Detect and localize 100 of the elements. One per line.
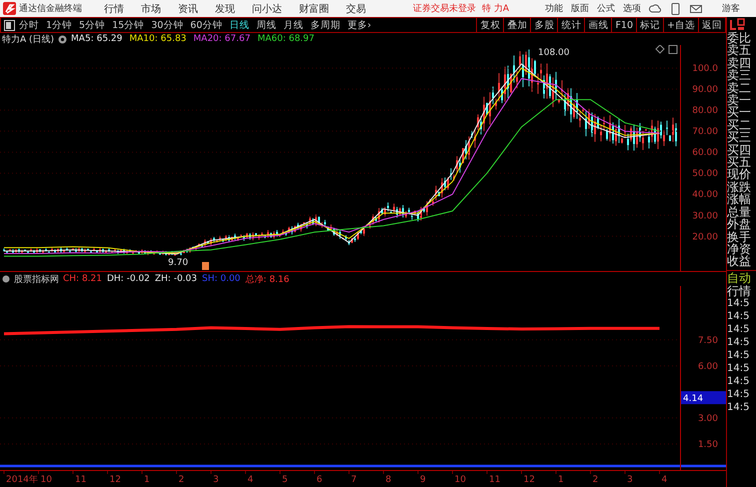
quote-field-label: 涨跌: [727, 180, 752, 194]
moving-average-value: MA5: 65.29: [71, 34, 122, 44]
indicator-value: DH: -0.02: [106, 274, 150, 284]
date-axis-label: 9: [420, 475, 426, 485]
period-tab[interactable]: 5分钟: [79, 18, 106, 32]
trade-time: 14:5: [727, 362, 750, 376]
user-name[interactable]: 游客: [722, 2, 740, 15]
app-title: 通达信金融终端: [19, 2, 82, 15]
menu-item[interactable]: 问小达: [252, 2, 282, 16]
menu-item[interactable]: 公式: [597, 2, 616, 15]
date-axis-label: 8: [386, 475, 392, 485]
indicator-value: SH: 0.00: [202, 274, 240, 284]
trade-time: 14:5: [727, 375, 750, 388]
quote-field-label: 卖五: [727, 44, 752, 57]
cloud-icon[interactable]: [649, 3, 662, 14]
date-axis-label: 11: [489, 475, 500, 485]
trade-time: 14:5: [727, 401, 750, 414]
indicator-axis-label: 1.50: [698, 440, 718, 450]
period-tab[interactable]: 分时: [19, 18, 39, 32]
period-tab[interactable]: 多周期: [310, 18, 340, 32]
trade-time: 14:5: [727, 388, 750, 402]
date-axis-label: 1: [144, 475, 150, 485]
date-axis-label: 2: [178, 475, 184, 485]
quote-field-label: 卖三: [727, 69, 752, 82]
price-axis-label: 80.00: [692, 106, 718, 116]
indicator-value: CH: 8.21: [63, 274, 102, 284]
event-marker-icon[interactable]: [202, 262, 209, 270]
date-axis-label: 6: [316, 475, 322, 485]
menu-item[interactable]: 行情: [104, 2, 124, 16]
trade-time: 14:5: [727, 310, 750, 324]
date-axis-label: 10: [40, 475, 52, 485]
indicator-axis-label: 6.00: [698, 362, 718, 372]
price-axis-label: 30.00: [692, 211, 718, 222]
period-tab[interactable]: 30分钟: [151, 18, 184, 32]
menu-item[interactable]: 财富圈: [299, 2, 329, 16]
date-axis-label: 2: [592, 475, 598, 485]
high-price-label: 108.00: [538, 48, 570, 58]
period-tab[interactable]: 15分钟: [112, 18, 144, 32]
date-axis-label: 3: [213, 475, 219, 485]
date-axis-label: 1: [558, 475, 564, 485]
menu-item[interactable]: 交易: [346, 2, 366, 16]
quote-field-label: 现价: [727, 168, 752, 181]
date-axis-label: 10: [454, 475, 466, 485]
menu-item[interactable]: 市场: [141, 2, 161, 16]
period-tab[interactable]: 日线: [229, 18, 250, 32]
quote-field-label: 收益: [727, 255, 752, 268]
menu-item[interactable]: 功能: [545, 2, 564, 15]
level-two-icon[interactable]: [729, 18, 745, 32]
period-tab[interactable]: 月线: [283, 18, 304, 32]
price-axis-label: 90.00: [692, 85, 718, 96]
indicator-axis-label: 7.50: [698, 336, 718, 346]
date-axis-label: 2014年: [6, 475, 38, 485]
period-tab[interactable]: 更多›: [347, 18, 372, 32]
date-axis-label: 12: [524, 475, 535, 485]
date-axis-label: 11: [75, 475, 86, 485]
quote-field-label: 换手: [727, 230, 752, 243]
phone-icon[interactable]: [671, 2, 680, 14]
window-toggle-icon[interactable]: [668, 45, 678, 54]
trade-time: 14:5: [727, 349, 750, 362]
moving-average-value: MA20: 67.67: [193, 34, 250, 44]
price-axis-label: 40.00: [692, 190, 718, 200]
stock-name: 特 力A: [482, 2, 510, 15]
quote-field-label: 买三: [727, 131, 752, 144]
menu-item[interactable]: 选项: [623, 2, 642, 15]
price-axis-label: 20.00: [692, 232, 718, 242]
auto-mode-label[interactable]: 自动: [727, 270, 756, 285]
trade-time: 14:5: [727, 297, 750, 310]
indicator-name: 股票指标网: [14, 274, 59, 286]
date-axis-label: 7: [351, 475, 357, 485]
moving-average-value: MA60: 68.97: [257, 34, 314, 44]
menu-item[interactable]: 版面: [571, 2, 590, 15]
period-tab[interactable]: 60分钟: [190, 18, 222, 32]
quote-field-label: 买一: [727, 106, 752, 119]
price-axis-label: 70.00: [692, 127, 718, 138]
indicator-axis-label: 3.00: [698, 414, 718, 424]
market-tab[interactable]: 行情: [727, 284, 756, 298]
quote-field-label: 卖四: [727, 56, 752, 70]
price-axis-label: 50.00: [692, 169, 718, 180]
panel-toggle-icon[interactable]: [4, 20, 15, 30]
diamond-icon[interactable]: [655, 45, 665, 54]
quote-field-label: 买五: [727, 156, 752, 168]
moving-average-value: MA10: 65.83: [129, 34, 186, 44]
quote-field-label: 卖二: [727, 82, 752, 94]
date-axis-label: 12: [110, 475, 121, 485]
period-tab[interactable]: 周线: [256, 18, 276, 32]
period-tab[interactable]: 1分钟: [46, 18, 72, 32]
menu-item[interactable]: 发现: [215, 2, 235, 16]
menu-item[interactable]: 资讯: [178, 2, 198, 16]
login-notice: 证券交易未登录: [413, 2, 476, 15]
mail-icon[interactable]: [690, 4, 702, 14]
quote-field-label: 外盘: [727, 218, 752, 230]
quote-field-label: 涨幅: [727, 193, 752, 206]
trade-time: 14:5: [727, 336, 750, 350]
quote-field-label: 委比: [727, 32, 752, 44]
indicator-value: ZH: -0.03: [154, 274, 197, 284]
trade-time: 14:5: [727, 323, 750, 336]
date-axis-label: 4: [248, 475, 254, 485]
price-axis-label: 60.00: [692, 148, 718, 158]
date-axis-label: 4: [662, 475, 668, 485]
indicator-value: 总净: 8.16: [245, 274, 290, 286]
